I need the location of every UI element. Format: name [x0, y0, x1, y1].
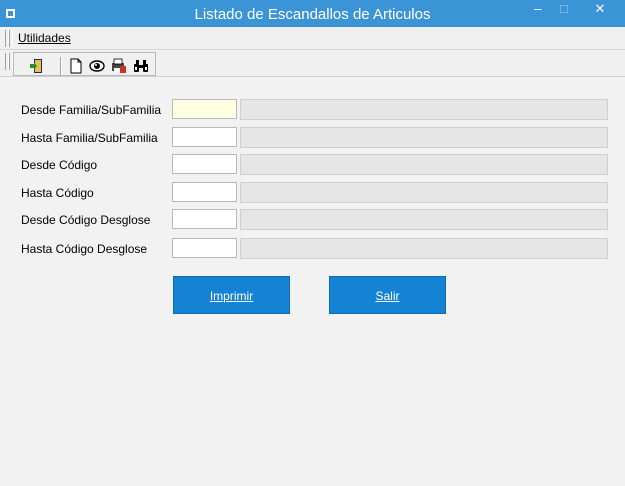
desde-codigo-description	[240, 154, 608, 175]
desde-familia-input[interactable]	[172, 99, 237, 119]
menu-bar: Utilidades	[0, 27, 625, 50]
desde-codigo-desglose-description	[240, 209, 608, 230]
print-setup-icon[interactable]	[111, 58, 127, 74]
hasta-codigo-input[interactable]	[172, 182, 237, 202]
label-hasta-codigo: Hasta Código	[21, 186, 94, 200]
label-desde-codigo: Desde Código	[21, 158, 98, 172]
toolbar-frame	[13, 52, 156, 76]
hasta-codigo-desglose-description	[240, 238, 608, 259]
print-button-label: Imprimir	[209, 289, 254, 303]
exit-button[interactable]: Salir	[329, 276, 446, 314]
toolbar-separator	[60, 57, 62, 75]
title-bar: Listado de Escandallos de Articulos – □ …	[0, 0, 625, 27]
desde-familia-description	[240, 99, 608, 120]
menu-utilidades[interactable]: Utilidades	[18, 31, 71, 45]
label-desde-familia: Desde Familia/SubFamilia	[21, 103, 162, 117]
label-hasta-familia: Hasta Familia/SubFamilia	[21, 131, 158, 145]
new-document-icon[interactable]	[68, 58, 84, 74]
hasta-familia-description	[240, 127, 608, 148]
close-button[interactable]: ✕	[585, 0, 615, 20]
preview-eye-icon[interactable]	[89, 58, 105, 74]
hasta-familia-input[interactable]	[172, 127, 237, 147]
desde-codigo-input[interactable]	[172, 154, 237, 174]
menu-utilidades-label: Utilidades	[18, 31, 71, 45]
desde-codigo-desglose-input[interactable]	[172, 209, 237, 229]
hasta-codigo-desglose-input[interactable]	[172, 238, 237, 258]
label-desde-codigo-desglose: Desde Código Desglose	[21, 213, 151, 227]
hasta-codigo-description	[240, 182, 608, 203]
exit-button-label: Salir	[375, 289, 400, 303]
menu-grip	[9, 30, 13, 47]
print-button[interactable]: Imprimir	[173, 276, 290, 314]
binoculars-search-icon[interactable]	[133, 58, 149, 74]
label-hasta-codigo-desglose: Hasta Código Desglose	[21, 242, 148, 256]
exit-door-icon[interactable]	[28, 58, 44, 74]
maximize-button[interactable]: □	[549, 0, 579, 20]
toolbar	[0, 50, 625, 77]
